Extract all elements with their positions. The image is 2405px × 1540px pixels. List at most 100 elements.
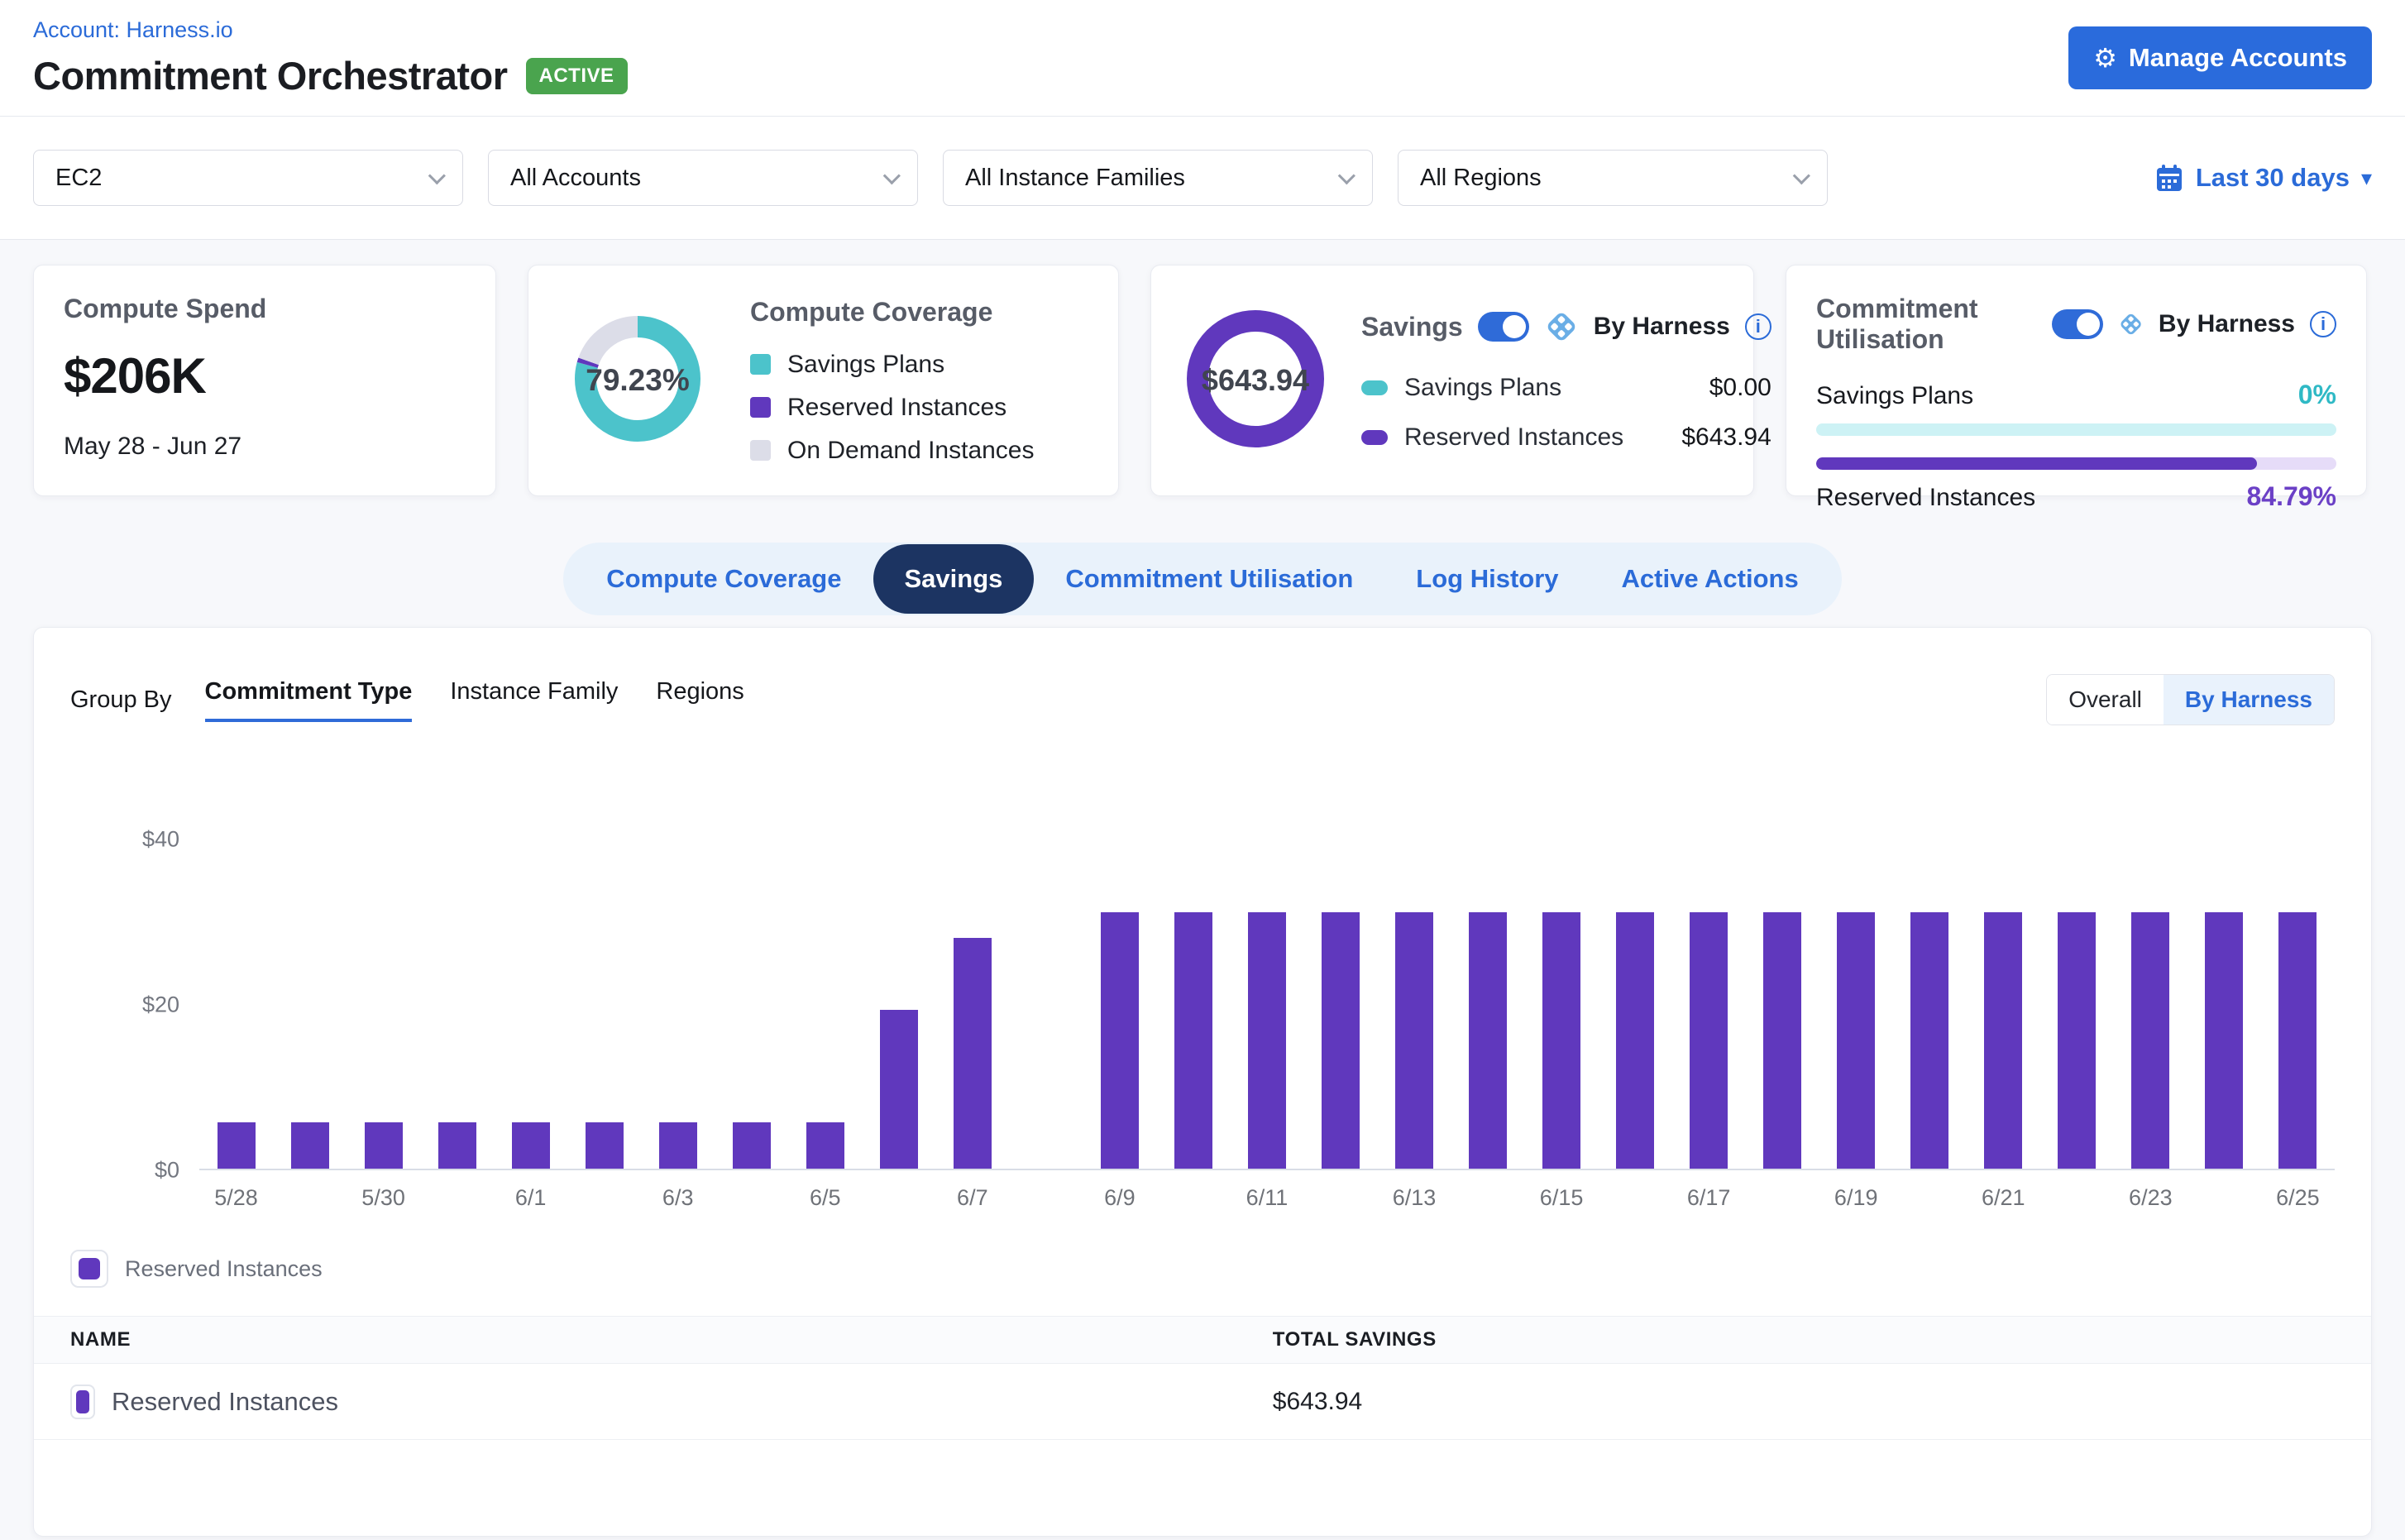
bar-6-12: [1322, 912, 1360, 1169]
filter-select-all-instance-families[interactable]: All Instance Families: [943, 150, 1373, 206]
filter-select-value: All Accounts: [510, 165, 641, 192]
chart-legend: Reserved Instances: [70, 1250, 2335, 1288]
y-axis-tick-label: $20: [142, 992, 179, 1018]
coverage-details: Compute Coverage Savings PlansReserved I…: [750, 297, 1035, 465]
bar-slot: 6/19: [1819, 815, 1893, 1169]
filter-select-all-regions[interactable]: All Regions: [1398, 150, 1828, 206]
harness-logo-icon: [1544, 309, 1579, 344]
chart-legend-label: Reserved Instances: [125, 1256, 323, 1282]
bar-slot: 6/13: [1378, 815, 1451, 1169]
tab-commitment-utilisation[interactable]: Commitment Utilisation: [1034, 544, 1384, 614]
filter-bar: EC2 All Accounts All Instance Families All …: [0, 116, 2405, 240]
table-header-name: NAME: [34, 1328, 1273, 1351]
tab-log-history[interactable]: Log History: [1384, 544, 1590, 614]
bar-slot: 6/11: [1230, 815, 1303, 1169]
bar-slot: [1451, 815, 1525, 1169]
page-header: Account: Harness.io Commitment Orchestra…: [0, 0, 2405, 116]
x-axis-tick-label: 6/25: [2276, 1185, 2320, 1211]
y-axis-tick-label: $0: [155, 1158, 179, 1184]
groupby-option-commitment-type[interactable]: Commitment Type: [205, 678, 413, 722]
bar-6-2: [586, 1122, 624, 1169]
filter-select-value: EC2: [55, 165, 102, 192]
bar-6-15: [1542, 912, 1580, 1169]
savings-panel: Group By Commitment TypeInstance FamilyR…: [33, 627, 2372, 1537]
bar-slot: 6/7: [935, 815, 1009, 1169]
bar-slot: 6/9: [1083, 815, 1156, 1169]
filter-select-all-accounts[interactable]: All Accounts: [488, 150, 918, 206]
gear-icon: ⚙: [2093, 45, 2117, 71]
bar-6-1: [512, 1122, 550, 1169]
table-header-total-savings: TOTAL SAVINGS: [1273, 1328, 2371, 1351]
bar-slot: [2040, 815, 2114, 1169]
utilisation-by-harness-toggle[interactable]: [2052, 309, 2103, 339]
savings-row-label: Savings Plans: [1404, 374, 1561, 402]
savings-row-value: $643.94: [1681, 423, 1771, 452]
savings-breakdown-row: Reserved Instances $643.94: [1361, 423, 1771, 452]
harness-logo-icon: [2118, 307, 2144, 342]
groupby-option-regions[interactable]: Regions: [656, 678, 743, 722]
row-swatch: [76, 1390, 89, 1413]
chart-legend-toggle[interactable]: [70, 1250, 108, 1288]
summary-cards-row: Compute Spend $206K May 28 - Jun 27 79.2…: [0, 240, 2405, 496]
groupby-option-instance-family[interactable]: Instance Family: [450, 678, 618, 722]
tab-compute-coverage[interactable]: Compute Coverage: [575, 544, 873, 614]
coverage-legend-item: On Demand Instances: [750, 437, 1035, 465]
bar-slot: 6/1: [494, 815, 567, 1169]
header-left: Account: Harness.io Commitment Orchestra…: [33, 15, 628, 116]
bar-6-10: [1174, 912, 1212, 1169]
caret-down-icon: ▾: [2361, 165, 2372, 191]
savings-row-label: Reserved Instances: [1404, 423, 1623, 452]
table-header-row: NAME TOTAL SAVINGS: [34, 1316, 2371, 1364]
compute-spend-title: Compute Spend: [64, 294, 466, 324]
bar-slot: [1893, 815, 1967, 1169]
legend-pill-swatch: [1361, 380, 1388, 395]
compute-coverage-donut: 79.23%: [558, 299, 717, 462]
savings-breakdown-row: Savings Plans$0.00: [1361, 374, 1771, 402]
commitment-orchestrator-page: Account: Harness.io Commitment Orchestra…: [0, 0, 2405, 1540]
legend-label: On Demand Instances: [787, 437, 1035, 465]
bar-6-20: [1910, 912, 1948, 1169]
chevron-down-icon: [1793, 167, 1810, 184]
table-cell-total-savings: $643.94: [1273, 1388, 2371, 1416]
utilisation-row-pct: 84.79%: [2246, 481, 2336, 512]
bar-6-19: [1837, 912, 1875, 1169]
info-icon[interactable]: i: [1745, 313, 1771, 340]
y-axis-tick-label: $40: [142, 827, 179, 853]
chevron-down-icon: [428, 167, 446, 184]
tab-active-actions[interactable]: Active Actions: [1590, 544, 1830, 614]
x-axis-tick-label: 6/21: [1982, 1185, 2025, 1211]
segment-option-overall[interactable]: Overall: [2047, 675, 2164, 725]
bar-slot: [1746, 815, 1819, 1169]
legend-swatch: [750, 440, 771, 461]
commitment-utilisation-card: Commitment Utilisation By Harness i Savi…: [1786, 265, 2367, 496]
x-axis-tick-label: 6/11: [1246, 1185, 1289, 1211]
bar-6-14: [1469, 912, 1507, 1169]
bar-slot: [1009, 815, 1083, 1169]
bar-slot: [567, 815, 641, 1169]
calendar-icon: [2154, 163, 2184, 193]
bar-slot: [1303, 815, 1377, 1169]
bar-slot: 6/17: [1672, 815, 1746, 1169]
savings-by-harness-toggle[interactable]: [1478, 312, 1529, 342]
legend-swatch: [750, 354, 771, 375]
segment-option-by-harness[interactable]: By Harness: [2164, 675, 2334, 725]
bar-6-22: [2058, 912, 2096, 1169]
bar-slot: 5/30: [347, 815, 420, 1169]
date-range-picker[interactable]: Last 30 days ▾: [2154, 163, 2372, 193]
legend-pill-swatch: [1361, 430, 1388, 445]
bar-slot: [273, 815, 347, 1169]
filter-select-ec2[interactable]: EC2: [33, 150, 463, 206]
info-icon[interactable]: i: [2310, 311, 2336, 337]
utilisation-label-row: Reserved Instances84.79%: [1816, 481, 2336, 512]
bar-slot: 6/3: [641, 815, 715, 1169]
coverage-legend-item: Reserved Instances: [750, 394, 1035, 422]
date-range-label: Last 30 days: [2196, 163, 2350, 193]
bar-slot: 6/25: [2261, 815, 2335, 1169]
bar-6-23: [2131, 912, 2169, 1169]
compute-coverage-title: Compute Coverage: [750, 297, 1035, 328]
bar-6-17: [1690, 912, 1728, 1169]
compute-spend-value: $206K: [64, 347, 466, 404]
tab-savings[interactable]: Savings: [873, 544, 1035, 614]
manage-accounts-button[interactable]: ⚙ Manage Accounts: [2068, 26, 2372, 89]
account-breadcrumb-link[interactable]: Account: Harness.io: [33, 15, 628, 45]
